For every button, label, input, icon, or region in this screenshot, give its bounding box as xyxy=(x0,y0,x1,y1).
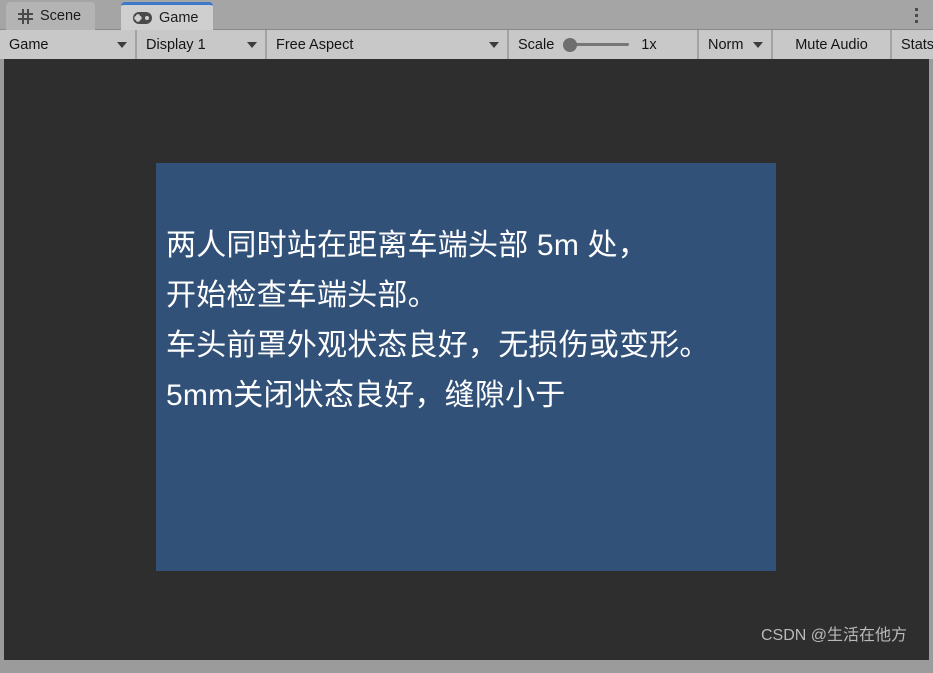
game-view-toolbar: Game Display 1 Free Aspect Scale 1x Norm… xyxy=(0,30,933,59)
aspect-ratio-label: Free Aspect xyxy=(276,36,354,53)
grid-icon xyxy=(18,8,33,24)
mute-audio-button[interactable]: Mute Audio xyxy=(773,30,892,59)
display-label: Display 1 xyxy=(146,36,206,53)
chevron-down-icon xyxy=(247,41,257,48)
unity-game-window: Scene Game Game Display 1 Free Aspect Sc… xyxy=(0,0,933,673)
scale-slider-knob[interactable] xyxy=(563,37,578,52)
window-border-left xyxy=(0,59,4,673)
render-mode-dropdown[interactable]: Norm xyxy=(699,30,773,59)
window-border-bottom xyxy=(0,660,933,673)
scale-value: 1x xyxy=(641,36,657,53)
kebab-dot xyxy=(914,7,918,11)
dialogue-text-primary: 两人同时站在距离车端头部 5m 处， 开始检查车端头部。 车头前罩外观状态良好，… xyxy=(166,229,710,362)
dialogue-panel: 两人同时站在距离车端头部 5m 处， 开始检查车端头部。 车头前罩外观状态良好，… xyxy=(156,163,776,571)
display-dropdown[interactable]: Display 1 xyxy=(137,30,267,59)
game-target-dropdown[interactable]: Game xyxy=(0,30,137,59)
mute-audio-label: Mute Audio xyxy=(795,36,868,53)
chevron-down-icon xyxy=(753,41,763,48)
csdn-watermark: CSDN @生活在他方 xyxy=(760,627,907,644)
tab-strip: Scene Game xyxy=(0,0,933,30)
game-target-label: Game xyxy=(9,36,49,53)
kebab-dot xyxy=(914,13,918,17)
stats-label: Stats xyxy=(901,36,933,53)
render-mode-label: Norm xyxy=(708,36,748,53)
stats-button[interactable]: Stats xyxy=(892,30,933,59)
tab-game[interactable]: Game xyxy=(121,2,213,30)
aspect-ratio-dropdown[interactable]: Free Aspect xyxy=(267,30,509,59)
dialogue-text-overlay: 5mm关闭状态良好，缝隙小于 xyxy=(166,379,566,412)
window-border-right xyxy=(929,59,933,673)
kebab-dot xyxy=(914,19,918,23)
chevron-down-icon xyxy=(489,41,499,48)
chevron-down-icon xyxy=(117,41,127,48)
tab-scene[interactable]: Scene xyxy=(6,2,96,30)
tab-game-label: Game xyxy=(159,9,199,26)
game-view-canvas[interactable]: 两人同时站在距离车端头部 5m 处， 开始检查车端头部。 车头前罩外观状态良好，… xyxy=(4,59,929,660)
scale-slider[interactable] xyxy=(563,37,630,52)
scale-control[interactable]: Scale 1x xyxy=(509,30,699,59)
gamepad-icon xyxy=(133,11,152,24)
kebab-menu-icon[interactable] xyxy=(908,5,924,25)
tab-scene-label: Scene xyxy=(40,8,82,24)
scale-label: Scale xyxy=(518,36,555,53)
